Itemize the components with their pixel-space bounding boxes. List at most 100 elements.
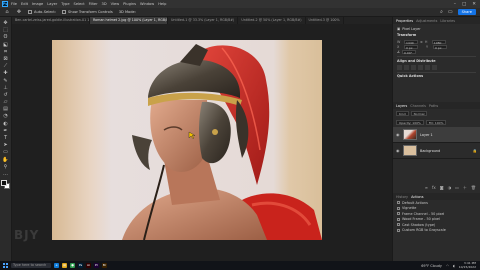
auto-select-option[interactable]: Auto-Select: (28, 10, 56, 14)
layer-name[interactable]: Background (420, 149, 440, 153)
menu-view[interactable]: View (111, 2, 120, 6)
eye-icon[interactable]: ◉ (396, 148, 400, 153)
marquee-icon[interactable]: ⬚ (2, 27, 10, 33)
tab-layers[interactable]: Layers (396, 104, 407, 108)
document-canvas[interactable] (52, 40, 322, 240)
taskbar-app-explorer-icon[interactable]: ▤ (62, 263, 67, 268)
menu-plugins[interactable]: Plugins (123, 2, 136, 6)
transform-controls-checkbox[interactable] (62, 10, 67, 14)
hand-icon[interactable]: ✋ (2, 157, 10, 163)
zoom-icon[interactable]: ⚲ (2, 164, 10, 170)
menu-filter[interactable]: Filter (89, 2, 98, 6)
width-field[interactable]: 1440 px (404, 39, 418, 49)
tab-document-5[interactable]: Untitled-3 @ 100% (306, 17, 344, 24)
blend-mode-dropdown[interactable]: Normal (410, 111, 428, 116)
align-bottom-icon[interactable] (432, 64, 437, 70)
dodge-icon[interactable]: ◐ (2, 121, 10, 127)
taskbar-app-photoshop-icon[interactable]: Ps (78, 263, 83, 268)
move-icon[interactable]: ✥ (2, 20, 10, 26)
layer-name[interactable]: Layer 1 (420, 133, 433, 137)
align-top-icon[interactable] (418, 64, 423, 70)
trash-icon[interactable]: 🗑 (471, 185, 476, 191)
adjustment-icon[interactable]: ◑ (448, 185, 452, 191)
tab-document-3[interactable]: Untitled-1 @ 33.3% (Layer 1, RGB/8#) (168, 17, 239, 24)
tab-history[interactable]: History (396, 195, 408, 199)
kind-filter-dropdown[interactable]: Kind (396, 111, 409, 116)
eyedropper-icon[interactable]: ⟋ (2, 63, 10, 69)
share-button[interactable]: Share (457, 9, 476, 15)
canvas-area[interactable] (12, 24, 392, 261)
gradient-icon[interactable]: ▤ (2, 106, 10, 112)
link-layers-icon[interactable]: ∞ (425, 185, 428, 191)
menu-file[interactable]: File (11, 2, 17, 6)
link-icon[interactable]: ∞ (420, 40, 423, 44)
tab-document-active[interactable]: Roman helmet 2.jpg @ 100% (Layer 1, RGB/… (90, 17, 168, 24)
tab-channels[interactable]: Channels (410, 104, 426, 108)
taskbar-app-edge-icon[interactable]: e (54, 263, 59, 268)
search-icon[interactable]: ⌕ (440, 9, 443, 15)
tab-actions[interactable]: Actions (411, 195, 423, 199)
volume-icon[interactable]: ◖ (453, 264, 455, 268)
brush-icon[interactable]: ✎ (2, 78, 10, 84)
wifi-icon[interactable]: ◠ (446, 264, 449, 268)
y-field[interactable]: 0 px (433, 44, 447, 50)
workspace-icon[interactable]: ▭ (448, 9, 453, 15)
new-layer-icon[interactable]: ＋ (463, 185, 467, 191)
tab-properties[interactable]: Properties (396, 19, 413, 23)
minimize-icon[interactable]: – (454, 2, 456, 7)
eraser-icon[interactable]: ▱ (2, 99, 10, 105)
tab-adjustments[interactable]: Adjustments (416, 19, 437, 23)
tab-libraries[interactable]: Libraries (440, 19, 455, 23)
align-right-icon[interactable] (411, 64, 416, 70)
history-brush-icon[interactable]: ↺ (2, 92, 10, 98)
layer-row-background[interactable]: ◉ Background 🔒 (393, 143, 480, 159)
close-icon[interactable]: ✕ (472, 2, 476, 7)
rectangle-icon[interactable]: ▭ (2, 149, 10, 155)
auto-select-checkbox[interactable] (28, 10, 32, 14)
mask-icon[interactable]: ◙ (440, 185, 444, 191)
weather-label[interactable]: 69°F Cloudy (421, 264, 442, 268)
taskbar-app-bridge-icon[interactable]: Br (102, 263, 107, 268)
tab-document-4[interactable]: Untitled-2 @ 50% (Layer 1, RGB/8#) (238, 17, 306, 24)
list-item[interactable]: Custom RGB to Grayscale (393, 228, 480, 234)
transform-controls-option[interactable]: Show Transform Controls (62, 10, 113, 14)
more-icon[interactable]: … (2, 171, 10, 177)
menu-window[interactable]: Window (140, 2, 154, 6)
taskbar-app-premiere-icon[interactable]: Pr (94, 263, 99, 268)
align-left-icon[interactable] (397, 64, 402, 70)
menu-edit[interactable]: Edit (21, 2, 28, 6)
lock-icon[interactable]: 🔒 (473, 149, 477, 153)
fx-icon[interactable]: fx (432, 185, 436, 191)
menu-layer[interactable]: Layer (47, 2, 57, 6)
blur-icon[interactable]: ◔ (2, 113, 10, 119)
angle-field[interactable]: 0.00° (402, 49, 417, 55)
stamp-icon[interactable]: ⊥ (2, 85, 10, 91)
menu-image[interactable]: Image (32, 2, 43, 6)
align-center-icon[interactable] (404, 64, 409, 70)
object-select-icon[interactable]: ⬕ (2, 42, 10, 48)
move-tool-icon[interactable]: ✥ (16, 9, 22, 15)
type-icon[interactable]: T (2, 135, 10, 141)
lasso-icon[interactable]: ʘ (2, 34, 10, 40)
tab-document-1[interactable]: Ben-cartel-zeiss-jared-goldie-illustrati… (12, 17, 90, 24)
height-field[interactable]: 1080 px (431, 39, 446, 49)
path-select-icon[interactable]: ➤ (2, 142, 10, 148)
taskbar-app-illustrator-icon[interactable]: Ai (86, 263, 91, 268)
pen-icon[interactable]: ✒ (2, 128, 10, 134)
x-field[interactable]: 0 px (404, 44, 418, 50)
menu-help[interactable]: Help (158, 2, 166, 6)
home-icon[interactable]: ⌂ (4, 9, 10, 15)
opacity-field[interactable]: Opacity: 100% (396, 120, 424, 125)
color-swatches[interactable] (1, 180, 10, 190)
clock[interactable]: 3:41 PM 10/15/2022 (459, 261, 476, 269)
menu-type[interactable]: Type (61, 2, 69, 6)
folder-icon[interactable]: ▭ (455, 185, 459, 191)
healing-icon[interactable]: ✚ (2, 70, 10, 76)
layer-row-layer-1[interactable]: ◉ Layer 1 (393, 127, 480, 143)
align-middle-icon[interactable] (425, 64, 430, 70)
menu-select[interactable]: Select (74, 2, 85, 6)
frame-icon[interactable]: ⊠ (2, 56, 10, 62)
eye-icon[interactable]: ◉ (396, 132, 400, 137)
menu-3d[interactable]: 3D (102, 2, 107, 6)
fill-field[interactable]: Fill: 100% (425, 120, 447, 125)
